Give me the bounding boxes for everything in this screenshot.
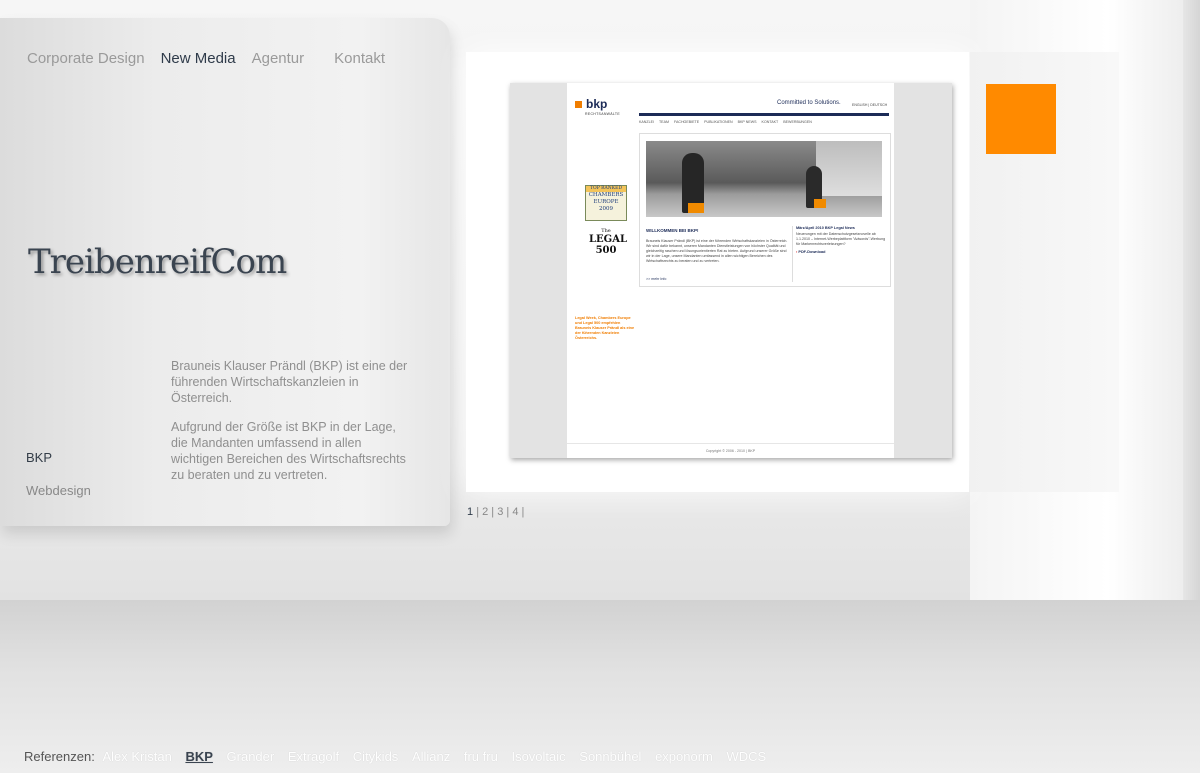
chambers-main: CHAMBERS EUROPE <box>588 192 624 205</box>
preview-pdf-link: PDF-Download <box>796 250 890 254</box>
description-paragraph: Aufgrund der Größe ist BKP in der Lage, … <box>171 420 406 482</box>
preview-content: WILLKOMMEN BEI BKP! Brauneis Klauser Prä… <box>639 133 891 287</box>
photo-chair <box>814 199 826 208</box>
preview-page: bkp RECHTSANWÄLTE Committed to Solutions… <box>567 83 894 458</box>
legal500-main: LEGAL 500 <box>589 234 627 256</box>
description-paragraph: Brauneis Klauser Prändl (BKP) ist eine d… <box>171 359 408 405</box>
preview-copyright: Copyright © 2006 - 2010 | BKP <box>705 449 756 453</box>
ref-wdcs[interactable]: WDCS <box>727 749 767 764</box>
floor <box>0 600 1200 773</box>
preview-recommendation: Legal Week, Chambers Europe und Legal 50… <box>575 316 635 340</box>
main-nav: Corporate Design New Media Agentur Konta… <box>27 50 385 67</box>
preview-rule <box>639 113 889 116</box>
image-pager: 1 | 2 | 3 | 4 | <box>467 506 524 518</box>
nav-new-media[interactable]: New Media <box>161 50 236 67</box>
preview-logo-sub: RECHTSANWÄLTE <box>585 112 620 116</box>
preview-logo: bkp <box>575 97 607 111</box>
preview-menu-item: FACHGEBIETE <box>673 120 700 124</box>
ref-isovoltaic[interactable]: Isovoltaic <box>511 749 565 764</box>
pager-separator: | <box>476 506 480 518</box>
preview-welcome-text: Brauneis Klauser Prändl (BKP) ist eine d… <box>646 239 788 263</box>
pager-separator: | <box>521 506 525 518</box>
preview-logo-word: bkp <box>586 97 608 111</box>
preview-tagline: Committed to Solutions. <box>777 100 841 106</box>
nav-kontakt[interactable]: Kontakt <box>334 50 385 67</box>
preview-menu-item: KONTAKT <box>761 120 779 124</box>
references-label: Referenzen: <box>24 749 95 764</box>
chambers-year: 2009 <box>599 206 613 212</box>
preview-menu: KANZLEI TEAM FACHGEBIETE PUBLIKATIONEN B… <box>639 120 812 124</box>
preview-menu-item: PUBLIKATIONEN <box>704 120 733 124</box>
pager-page-1[interactable]: 1 <box>467 506 473 518</box>
chambers-badge: TOP RANKED CHAMBERS EUROPE 2009 <box>585 185 627 221</box>
preview-language: ENGLISH | DEUTSCH <box>852 103 888 107</box>
legal500-badge: The LEGAL 500 <box>589 228 627 256</box>
preview-menu-item: BKP NEWS <box>737 120 757 124</box>
preview-news: März/April 2010 BKP Legal News Neuerunge… <box>792 226 890 282</box>
pager-separator: | <box>491 506 495 518</box>
references-bar: Referenzen: Alex Kristan BKP Grander Ext… <box>24 749 766 764</box>
preview-more-link: >> mehr Info <box>646 277 667 281</box>
ref-fru-fru[interactable]: fru fru <box>464 749 498 764</box>
nav-agentur[interactable]: Agentur <box>252 50 305 67</box>
website-preview[interactable]: bkp RECHTSANWÄLTE Committed to Solutions… <box>510 83 952 458</box>
left-panel: Corporate Design New Media Agentur Konta… <box>0 18 450 526</box>
room-right-edge <box>1183 0 1200 600</box>
pager-separator: | <box>506 506 510 518</box>
ref-grander[interactable]: Grander <box>227 749 275 764</box>
accent-square <box>986 84 1056 154</box>
ref-exponorm[interactable]: exponorm <box>655 749 713 764</box>
preview-welcome-title: WILLKOMMEN BEI BKP! <box>646 228 699 233</box>
photo-wall <box>816 141 882 196</box>
logo-square-icon <box>575 100 582 108</box>
project-client: BKP <box>26 450 53 465</box>
ref-citykids[interactable]: Citykids <box>353 749 399 764</box>
pager-page-3[interactable]: 3 <box>497 506 503 518</box>
ref-bkp[interactable]: BKP <box>185 749 212 764</box>
project-category: Webdesign <box>26 483 91 498</box>
project-description: Brauneis Klauser Prändl (BKP) ist eine d… <box>171 358 411 496</box>
nav-corporate-design[interactable]: Corporate Design <box>27 50 145 67</box>
preview-menu-item: TEAM <box>658 120 669 124</box>
preview-news-title: März/April 2010 BKP Legal News <box>796 226 855 230</box>
preview-news-text: Neuerungen mit der Datenschutzgesetznove… <box>796 232 886 246</box>
preview-footer-rule <box>567 443 894 444</box>
preview-menu-item: BEWERBUNGEN <box>783 120 812 124</box>
ref-sonnbuehel[interactable]: Sonnbühel <box>579 749 641 764</box>
preview-menu-item: KANZLEI <box>639 120 654 124</box>
ref-extragolf[interactable]: Extragolf <box>288 749 339 764</box>
photo-chair <box>688 203 704 213</box>
pager-page-2[interactable]: 2 <box>482 506 488 518</box>
preview-photo <box>646 141 882 217</box>
ref-alex-kristan[interactable]: Alex Kristan <box>102 749 171 764</box>
pager-page-4[interactable]: 4 <box>512 506 518 518</box>
site-logo[interactable]: TreibenreifCom <box>28 242 287 282</box>
ref-allianz[interactable]: Allianz <box>412 749 450 764</box>
